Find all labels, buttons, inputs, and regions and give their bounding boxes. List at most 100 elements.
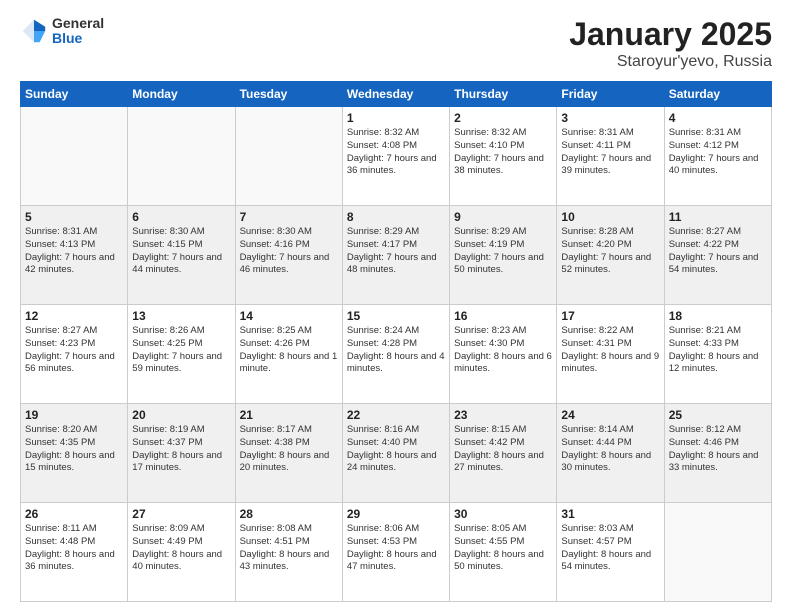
day-detail: Sunrise: 8:31 AM Sunset: 4:12 PM Dayligh…: [669, 127, 767, 178]
day-detail: Sunrise: 8:30 AM Sunset: 4:15 PM Dayligh…: [132, 226, 230, 277]
calendar-cell: 4 Sunrise: 8:31 AM Sunset: 4:12 PM Daylig…: [664, 107, 771, 206]
day-number: 28: [240, 507, 338, 521]
calendar-cell: 3 Sunrise: 8:31 AM Sunset: 4:11 PM Daylig…: [557, 107, 664, 206]
day-number: 24: [561, 408, 659, 422]
day-number: 27: [132, 507, 230, 521]
day-number: 19: [25, 408, 123, 422]
logo-icon: [20, 17, 48, 45]
day-detail: Sunrise: 8:19 AM Sunset: 4:37 PM Dayligh…: [132, 424, 230, 475]
calendar-cell: [128, 107, 235, 206]
day-number: 29: [347, 507, 445, 521]
calendar-cell: 28Sunrise: 8:08 AM Sunset: 4:51 PM Dayli…: [235, 503, 342, 602]
day-detail: Sunrise: 8:14 AM Sunset: 4:44 PM Dayligh…: [561, 424, 659, 475]
day-number: 25: [669, 408, 767, 422]
day-number: 21: [240, 408, 338, 422]
calendar-cell: 22Sunrise: 8:16 AM Sunset: 4:40 PM Dayli…: [342, 404, 449, 503]
day-number: 17: [561, 309, 659, 323]
day-number: 7: [240, 210, 338, 224]
calendar-cell: 2Sunrise: 8:32 AM Sunset: 4:10 PM Daylig…: [450, 107, 557, 206]
calendar-cell: 31Sunrise: 8:03 AM Sunset: 4:57 PM Dayli…: [557, 503, 664, 602]
day-number: 6: [132, 210, 230, 224]
calendar-cell: 30 Sunrise: 8:05 AM Sunset: 4:55 PM Dayli…: [450, 503, 557, 602]
day-detail: Sunrise: 8:31 AM Sunset: 4:13 PM Dayligh…: [25, 226, 123, 277]
calendar-cell: 14Sunrise: 8:25 AM Sunset: 4:26 PM Dayli…: [235, 305, 342, 404]
day-detail: Sunrise: 8:12 AM Sunset: 4:46 PM Dayligh…: [669, 424, 767, 475]
day-number: 16: [454, 309, 552, 323]
day-number: 31: [561, 507, 659, 521]
calendar-cell: 7 Sunrise: 8:30 AM Sunset: 4:16 PM Daylig…: [235, 206, 342, 305]
day-detail: Sunrise: 8:31 AM Sunset: 4:11 PM Dayligh…: [561, 127, 659, 178]
table-row: 1 Sunrise: 8:32 AM Sunset: 4:08 PM Daylig…: [21, 107, 772, 206]
day-number: 4: [669, 111, 767, 125]
day-detail: Sunrise: 8:22 AM Sunset: 4:31 PM Dayligh…: [561, 325, 659, 376]
calendar-cell: 21 Sunrise: 8:17 AM Sunset: 4:38 PM Dayli…: [235, 404, 342, 503]
table-row: 12 Sunrise: 8:27 AM Sunset: 4:23 PM Dayli…: [21, 305, 772, 404]
day-number: 22: [347, 408, 445, 422]
calendar-cell: 12 Sunrise: 8:27 AM Sunset: 4:23 PM Dayli…: [21, 305, 128, 404]
col-friday: Friday: [557, 82, 664, 107]
day-detail: Sunrise: 8:17 AM Sunset: 4:38 PM Dayligh…: [240, 424, 338, 475]
day-detail: Sunrise: 8:26 AM Sunset: 4:25 PM Dayligh…: [132, 325, 230, 376]
calendar-cell: 15Sunrise: 8:24 AM Sunset: 4:28 PM Dayli…: [342, 305, 449, 404]
logo-blue: Blue: [52, 31, 104, 46]
day-detail: Sunrise: 8:15 AM Sunset: 4:42 PM Dayligh…: [454, 424, 552, 475]
calendar-cell: 11 Sunrise: 8:27 AM Sunset: 4:22 PM Dayli…: [664, 206, 771, 305]
day-detail: Sunrise: 8:27 AM Sunset: 4:22 PM Dayligh…: [669, 226, 767, 277]
day-number: 5: [25, 210, 123, 224]
logo-general: General: [52, 16, 104, 31]
calendar-header: Sunday Monday Tuesday Wednesday Thursday…: [21, 82, 772, 107]
calendar-cell: 18 Sunrise: 8:21 AM Sunset: 4:33 PM Dayli…: [664, 305, 771, 404]
calendar-cell: 19Sunrise: 8:20 AM Sunset: 4:35 PM Dayli…: [21, 404, 128, 503]
calendar-cell: 9Sunrise: 8:29 AM Sunset: 4:19 PM Daylig…: [450, 206, 557, 305]
day-number: 3: [561, 111, 659, 125]
day-number: 20: [132, 408, 230, 422]
table-row: 19Sunrise: 8:20 AM Sunset: 4:35 PM Dayli…: [21, 404, 772, 503]
calendar-cell: 25 Sunrise: 8:12 AM Sunset: 4:46 PM Dayli…: [664, 404, 771, 503]
col-saturday: Saturday: [664, 82, 771, 107]
day-number: 14: [240, 309, 338, 323]
calendar-cell: 5 Sunrise: 8:31 AM Sunset: 4:13 PM Daylig…: [21, 206, 128, 305]
calendar-body: 1 Sunrise: 8:32 AM Sunset: 4:08 PM Daylig…: [21, 107, 772, 602]
col-wednesday: Wednesday: [342, 82, 449, 107]
day-number: 15: [347, 309, 445, 323]
day-detail: Sunrise: 8:28 AM Sunset: 4:20 PM Dayligh…: [561, 226, 659, 277]
calendar-cell: 1 Sunrise: 8:32 AM Sunset: 4:08 PM Daylig…: [342, 107, 449, 206]
day-detail: Sunrise: 8:09 AM Sunset: 4:49 PM Dayligh…: [132, 523, 230, 574]
title-block: January 2025 Staroyur'yevo, Russia: [569, 16, 772, 71]
col-sunday: Sunday: [21, 82, 128, 107]
calendar-cell: 23Sunrise: 8:15 AM Sunset: 4:42 PM Dayli…: [450, 404, 557, 503]
calendar-cell: 29 Sunrise: 8:06 AM Sunset: 4:53 PM Dayli…: [342, 503, 449, 602]
page: General Blue January 2025 Staroyur'yevo,…: [0, 0, 792, 612]
day-number: 12: [25, 309, 123, 323]
day-detail: Sunrise: 8:11 AM Sunset: 4:48 PM Dayligh…: [25, 523, 123, 574]
calendar-title: January 2025: [569, 16, 772, 53]
day-detail: Sunrise: 8:06 AM Sunset: 4:53 PM Dayligh…: [347, 523, 445, 574]
calendar-cell: 10Sunrise: 8:28 AM Sunset: 4:20 PM Dayli…: [557, 206, 664, 305]
calendar-cell: 16 Sunrise: 8:23 AM Sunset: 4:30 PM Dayli…: [450, 305, 557, 404]
day-number: 18: [669, 309, 767, 323]
day-detail: Sunrise: 8:05 AM Sunset: 4:55 PM Dayligh…: [454, 523, 552, 574]
day-detail: Sunrise: 8:27 AM Sunset: 4:23 PM Dayligh…: [25, 325, 123, 376]
logo: General Blue: [20, 16, 104, 47]
day-number: 11: [669, 210, 767, 224]
logo-text: General Blue: [52, 16, 104, 47]
calendar-cell: 8Sunrise: 8:29 AM Sunset: 4:17 PM Daylig…: [342, 206, 449, 305]
day-number: 30: [454, 507, 552, 521]
calendar-subtitle: Staroyur'yevo, Russia: [569, 53, 772, 71]
calendar-cell: 20 Sunrise: 8:19 AM Sunset: 4:37 PM Dayli…: [128, 404, 235, 503]
day-number: 26: [25, 507, 123, 521]
header: General Blue January 2025 Staroyur'yevo,…: [20, 16, 772, 71]
day-detail: Sunrise: 8:21 AM Sunset: 4:33 PM Dayligh…: [669, 325, 767, 376]
calendar-cell: 24 Sunrise: 8:14 AM Sunset: 4:44 PM Dayli…: [557, 404, 664, 503]
calendar-cell: 13Sunrise: 8:26 AM Sunset: 4:25 PM Dayli…: [128, 305, 235, 404]
day-number: 1: [347, 111, 445, 125]
calendar-cell: 6 Sunrise: 8:30 AM Sunset: 4:15 PM Daylig…: [128, 206, 235, 305]
col-monday: Monday: [128, 82, 235, 107]
day-detail: Sunrise: 8:29 AM Sunset: 4:17 PM Dayligh…: [347, 226, 445, 277]
day-detail: Sunrise: 8:32 AM Sunset: 4:08 PM Dayligh…: [347, 127, 445, 178]
day-detail: Sunrise: 8:23 AM Sunset: 4:30 PM Dayligh…: [454, 325, 552, 376]
day-detail: Sunrise: 8:30 AM Sunset: 4:16 PM Dayligh…: [240, 226, 338, 277]
calendar-table: Sunday Monday Tuesday Wednesday Thursday…: [20, 81, 772, 602]
calendar-cell: 26 Sunrise: 8:11 AM Sunset: 4:48 PM Dayli…: [21, 503, 128, 602]
calendar-cell: 17 Sunrise: 8:22 AM Sunset: 4:31 PM Dayli…: [557, 305, 664, 404]
